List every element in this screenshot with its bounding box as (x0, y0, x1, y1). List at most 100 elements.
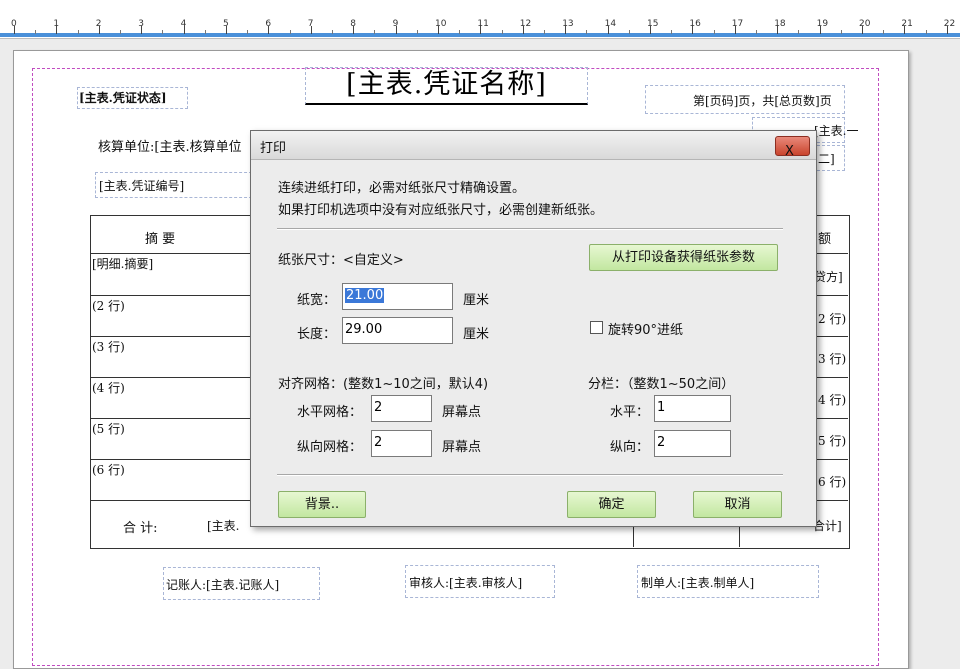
ruler-tick-label: 19 (816, 19, 829, 29)
separator (277, 474, 783, 476)
page-info: 第[页码]页，共[总页数]页 (693, 94, 832, 108)
ruler-tick-label: 14 (604, 19, 617, 29)
ruler-minor-mark (459, 30, 461, 34)
get-paper-params-button[interactable]: 从打印设备获得纸张参数 (589, 244, 778, 271)
ruler-minor-mark (501, 30, 503, 34)
ruler-major-mark (946, 26, 948, 34)
maker: 制单人:[主表.制单人] (641, 576, 755, 590)
ruler-minor-mark (544, 30, 545, 34)
v-grid-input[interactable]: 2 (371, 430, 432, 457)
ruler-tick-label: 10 (435, 19, 447, 29)
ruler-major-mark (353, 26, 355, 34)
right-col-row: 6 行) (818, 475, 847, 489)
total-value: [主表. (207, 519, 240, 533)
table-row: (5 行) (92, 422, 125, 436)
right-top-2: 二] (818, 152, 835, 166)
ruler-major-mark (183, 26, 185, 34)
paper-size-label: 纸张尺寸：<自定义> (278, 253, 404, 268)
ruler-minor-mark (671, 30, 673, 34)
info-line-1: 连续进纸打印，必需对纸张尺寸精确设置。 (278, 181, 526, 196)
ruler-tick-label: 15 (647, 19, 659, 29)
ruler-minor-mark (374, 30, 376, 34)
ruler-major-mark (480, 26, 482, 34)
dialog-titlebar[interactable]: 打印 X (251, 131, 816, 160)
ruler-minor-mark (289, 30, 291, 34)
ruler-tick-label: 22 (943, 19, 956, 29)
ruler-major-mark (226, 26, 227, 34)
ruler-minor-mark (35, 30, 37, 34)
ruler-major-mark (438, 26, 439, 34)
report-title[interactable]: [主表.凭证名称] (305, 67, 588, 105)
ruler-tick-label: 18 (774, 19, 786, 29)
table-row: (2 行) (92, 299, 125, 313)
status-field: [主表.凭证状态] (79, 91, 167, 105)
length-unit: 厘米 (463, 327, 490, 342)
ruler-major-mark (98, 26, 100, 34)
accounting-unit: 核算单位:[主表.核算单位 (98, 140, 242, 155)
ruler-minor-mark (204, 30, 206, 34)
total-right: 合计] (813, 519, 842, 533)
ruler-minor-mark (756, 30, 757, 34)
right-col-row: 4 行) (818, 393, 847, 407)
width-unit: 厘米 (463, 293, 490, 308)
reviewer: 审核人:[主表.审核人] (409, 576, 523, 590)
voucher-no: [主表.凭证编号] (99, 179, 185, 193)
v-grid-unit: 屏幕点 (442, 440, 482, 455)
ruler-minor-mark (77, 30, 79, 34)
separator (277, 228, 783, 230)
ruler-major-mark (268, 26, 270, 34)
bookkeeper: 记账人:[主表.记账人] (166, 578, 280, 592)
ruler-tick-label: 11 (477, 19, 489, 29)
ruler-tick-label: 13 (562, 19, 574, 29)
ruler-minor-mark (840, 30, 842, 34)
paper-width-value: 21.00 (345, 288, 385, 303)
right-col-row: 2 行) (818, 312, 847, 326)
columns-title: 分栏：（整数1~50之间） (588, 377, 735, 392)
ruler-major-mark (565, 26, 567, 34)
ruler-major-mark (310, 26, 312, 34)
width-label: 纸宽： (297, 293, 337, 308)
right-top-1: [主表.一 (814, 124, 859, 138)
ruler-major-mark (522, 26, 524, 34)
table-row: (6 行) (92, 463, 125, 477)
paper-length-input[interactable]: 29.00 (342, 317, 453, 344)
detail-row-1[interactable]: [明细.摘要] (92, 255, 153, 272)
table-row: (3 行) (92, 340, 125, 354)
ruler-major-mark (734, 26, 736, 34)
ruler-major-mark (141, 26, 143, 34)
background-button[interactable]: 背景.. (278, 491, 366, 518)
length-label: 长度： (297, 327, 337, 342)
ruler-major-mark (56, 26, 58, 34)
col-amount-header: 额 (818, 232, 832, 247)
ruler-major-mark (862, 26, 863, 34)
rotate-checkbox[interactable] (590, 321, 603, 334)
ruler-tick-label: 17 (731, 19, 744, 29)
total-label: 合 计: (123, 521, 158, 536)
paper-width-input[interactable]: 21.00 (342, 283, 453, 310)
ruler-major-mark (607, 26, 609, 34)
v-col-input[interactable]: 2 (654, 430, 731, 457)
ruler-minor-mark (332, 30, 333, 34)
ruler-minor-mark (120, 30, 121, 34)
h-grid-label: 水平网格： (297, 405, 363, 420)
ruler-major-mark (692, 26, 694, 34)
ruler-tick-label: 21 (901, 19, 913, 29)
info-line-2: 如果打印机选项中没有对应纸张尺寸，必需创建新纸张。 (278, 203, 604, 218)
h-col-input[interactable]: 1 (654, 395, 731, 422)
close-button[interactable]: X (775, 136, 810, 159)
ruler-minor-mark (798, 30, 800, 34)
right-col-row: 5 行) (818, 434, 847, 448)
ruler-tick-label: 16 (689, 19, 701, 29)
print-dialog: 打印 X 连续进纸打印，必需对纸张尺寸精确设置。 如果打印机选项中没有对应纸张尺… (250, 130, 817, 527)
h-grid-input[interactable]: 2 (371, 395, 432, 422)
ok-button[interactable]: 确定 (567, 491, 656, 518)
ruler-major-mark (777, 26, 779, 34)
dialog-title: 打印 (260, 141, 287, 156)
cancel-button[interactable]: 取消 (693, 491, 782, 518)
h-col-label: 水平： (610, 405, 650, 420)
v-col-label: 纵向： (610, 440, 650, 455)
right-col-credit: 贷方] (814, 270, 843, 284)
v-grid-label: 纵向网格： (297, 440, 363, 455)
ruler-minor-mark (628, 30, 630, 34)
ruler-minor-mark (162, 30, 164, 34)
